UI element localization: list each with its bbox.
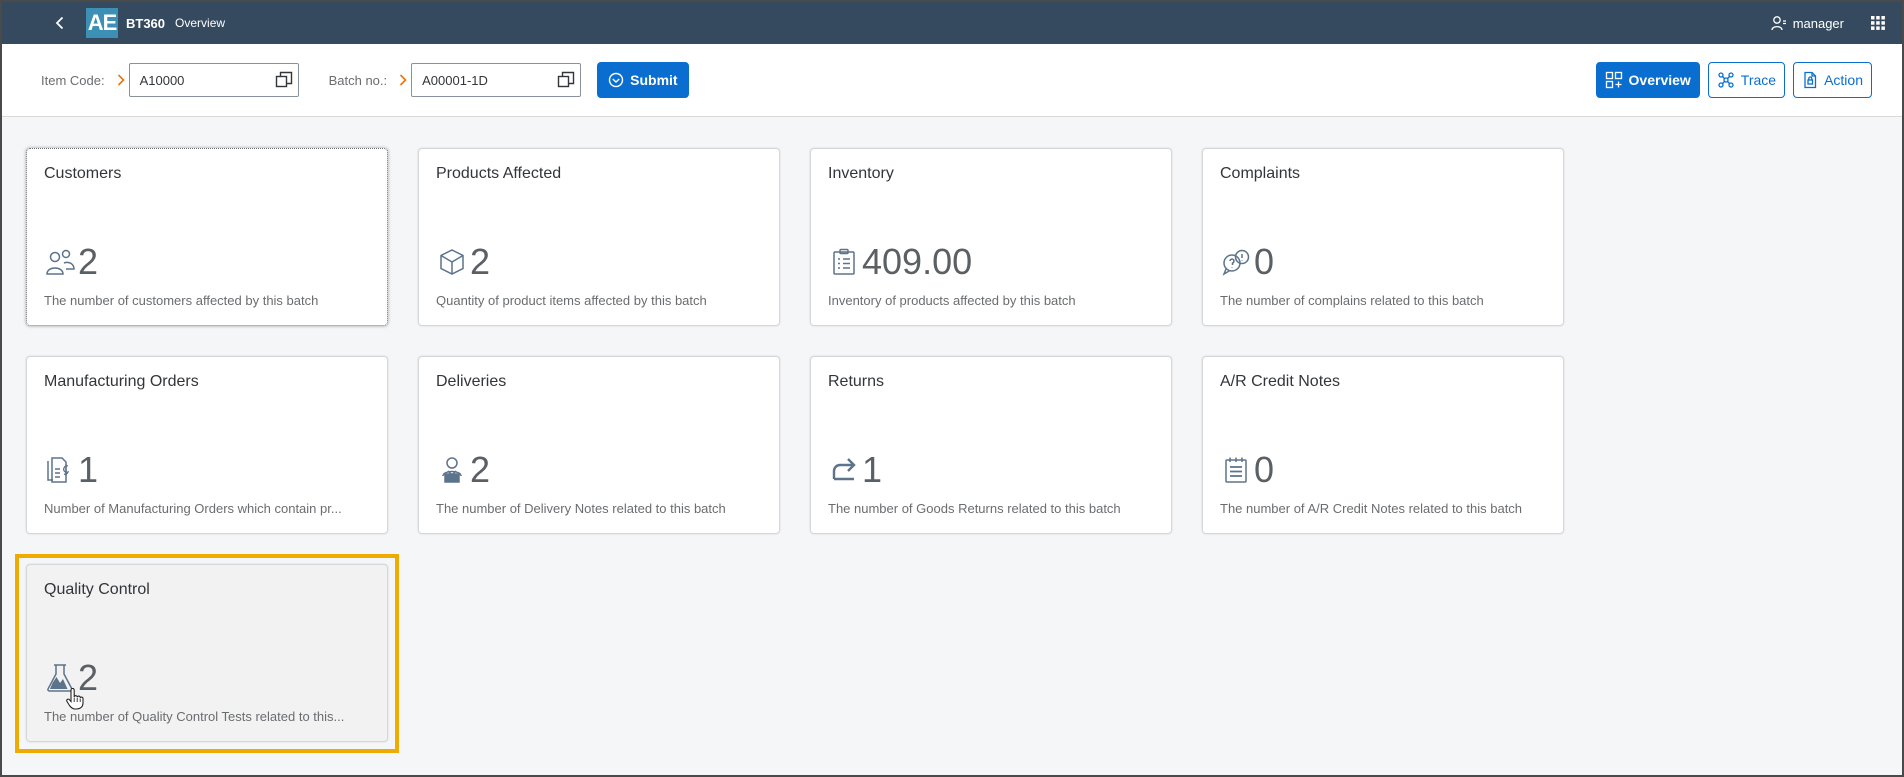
tile-value: 1 [78, 449, 99, 490]
tile-returns[interactable]: Returns 1 The number of Goods Returns re… [810, 356, 1172, 534]
tile-value: 2 [78, 241, 99, 282]
batch-value: A00001-1D [422, 72, 488, 88]
tile-title: Quality Control [44, 581, 150, 598]
trace-label: Trace [1740, 72, 1777, 88]
submit-button[interactable]: Submit [597, 62, 689, 98]
tile-footer: Quantity of product items affected by th… [436, 293, 707, 308]
delivery-person-icon [436, 454, 468, 486]
chevron-right-icon [399, 74, 407, 86]
clipboard-icon [828, 246, 860, 278]
tile-footer: Inventory of products affected by this b… [828, 293, 1076, 308]
chevron-right-icon [117, 74, 125, 86]
tile-value: 1 [862, 449, 883, 490]
item-code-label: Item Code: [41, 72, 105, 88]
app-launcher-button[interactable] [1870, 15, 1886, 31]
tile-title: Manufacturing Orders [44, 373, 199, 390]
item-code-input[interactable]: A10000 [128, 63, 299, 97]
overview-icon [1605, 71, 1622, 89]
action-button[interactable]: Action [1793, 62, 1872, 98]
tile-footer: The number of complains related to this … [1220, 293, 1484, 308]
tile-products-affected[interactable]: Products Affected 2 Quantity of product … [418, 148, 780, 326]
overview-button[interactable]: Overview [1595, 62, 1700, 98]
product-box-icon [436, 246, 468, 278]
submit-circle-icon [608, 72, 624, 88]
tile-value: 0 [1254, 241, 1275, 282]
credit-note-icon [1220, 454, 1252, 486]
tile-value: 409.00 [862, 241, 973, 282]
tile-footer: The number of Quality Control Tests rela… [44, 709, 345, 724]
manufacturing-document-icon [44, 454, 76, 486]
tile-inventory[interactable]: Inventory 409.00 Inventory of products a… [810, 148, 1172, 326]
tile-title: Customers [44, 165, 122, 182]
item-code-value: A10000 [139, 72, 185, 88]
filter-toolbar: Item Code: A10000 Batch no.: A00001-1D S… [2, 44, 1902, 117]
batch-input[interactable]: A00001-1D [411, 63, 582, 97]
tile-footer: Number of Manufacturing Orders which con… [44, 501, 342, 516]
tile-title: Complaints [1220, 165, 1301, 182]
customers-icon [44, 246, 76, 278]
tile-complaints[interactable]: Complaints 0 The number of complains rel… [1202, 148, 1564, 326]
tile-footer: The number of Goods Returns related to t… [828, 501, 1121, 516]
complaint-bubble-icon [1220, 246, 1252, 278]
tile-title: Products Affected [436, 165, 562, 182]
tile-quality-control[interactable]: Quality Control 2 The number of Quality … [26, 564, 388, 742]
user-menu[interactable]: manager [1771, 15, 1844, 31]
tile-customers[interactable]: Customers 2 The number of customers affe… [26, 148, 388, 326]
overview-label: Overview [1628, 72, 1691, 88]
submit-label: Submit [630, 72, 678, 88]
tile-title: Deliveries [436, 373, 507, 390]
tile-title: Inventory [828, 165, 894, 182]
shell-bar: AE BT360 Overview manager [2, 2, 1902, 44]
tile-footer: The number of A/R Credit Notes related t… [1220, 501, 1523, 516]
action-document-icon [1804, 71, 1817, 89]
tile-title: Returns [828, 373, 885, 390]
tile-value: 2 [470, 241, 491, 282]
action-label: Action [1824, 72, 1863, 88]
app-subtitle: Overview [175, 16, 226, 30]
trace-network-icon [1718, 72, 1734, 88]
app-logo[interactable]: AE [86, 8, 118, 38]
tile-footer: The number of Delivery Notes related to … [436, 501, 726, 516]
grid-icon [1871, 16, 1885, 30]
hand-cursor-icon [66, 687, 84, 715]
user-name: manager [1792, 15, 1844, 31]
tile-manufacturing-orders[interactable]: Manufacturing Orders 1 Number of Manufac… [26, 356, 388, 534]
app-name: BT360 [126, 15, 166, 31]
batch-label: Batch no.: [328, 72, 388, 88]
user-icon [1771, 16, 1786, 31]
return-arrow-icon [828, 454, 860, 486]
tile-ar-credit-notes[interactable]: A/R Credit Notes 0 The number of A/R Cre… [1202, 356, 1564, 534]
trace-button[interactable]: Trace [1707, 62, 1786, 98]
tile-title: A/R Credit Notes [1220, 373, 1341, 390]
tile-value: 2 [470, 449, 491, 490]
tile-deliveries[interactable]: Deliveries 2 The number of Delivery Note… [418, 356, 780, 534]
value-help-icon[interactable] [274, 70, 294, 90]
value-help-icon[interactable] [556, 70, 576, 90]
back-button[interactable] [42, 5, 78, 41]
tile-value: 0 [1254, 449, 1275, 490]
tile-footer: The number of customers affected by this… [44, 293, 319, 308]
chevron-left-icon [55, 16, 64, 30]
